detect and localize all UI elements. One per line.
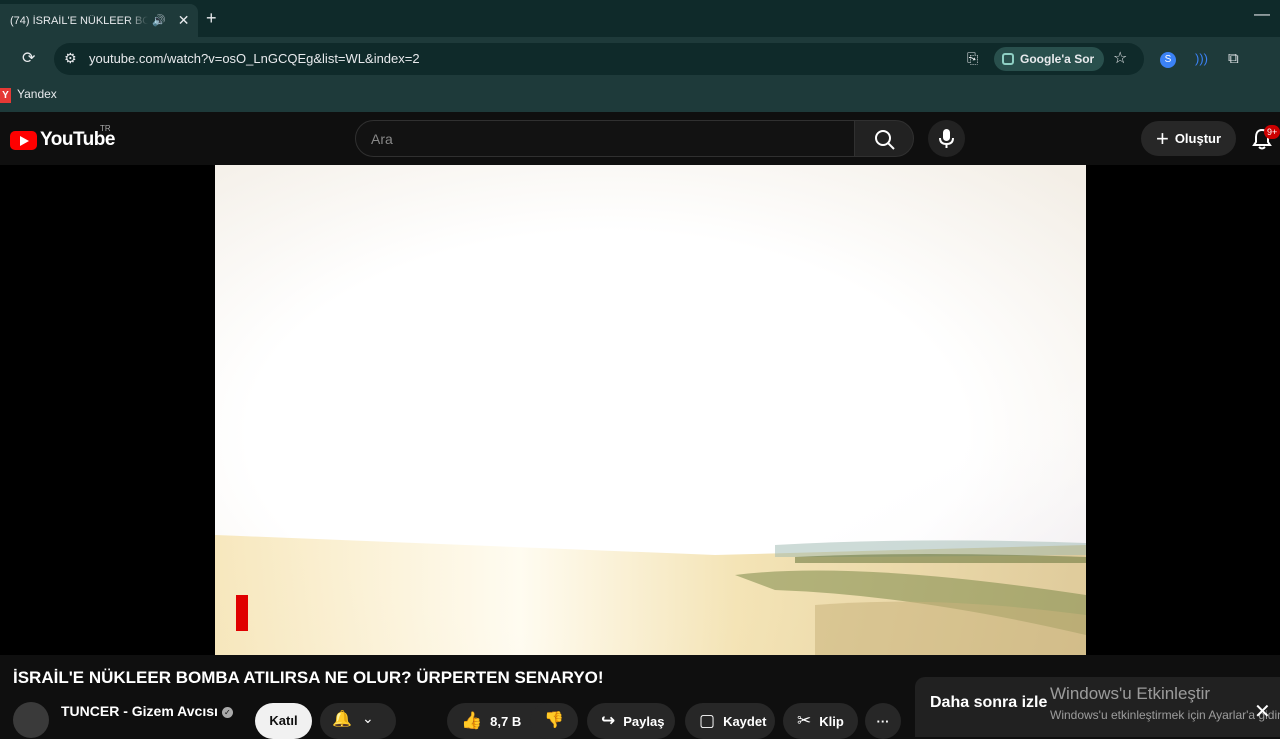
channel-avatar[interactable] [13, 702, 49, 738]
bookmarks-bar: Y Yandex [0, 82, 1280, 112]
address-bar[interactable]: ⚙ youtube.com/watch?v=osO_LnGCQEg&list=W… [54, 43, 1144, 75]
share-label: Paylaş [623, 713, 665, 729]
minimize-window-button[interactable]: — [1254, 6, 1270, 24]
video-actions-row: TUNCER - Gizem Avcısı ✓ Katıl 🔔 ⌄ 👍 8,7 B… [0, 698, 910, 739]
browser-tab[interactable]: (74) İSRAİL'E NÜKLEER BOMBA ATILIRSA NE … [0, 4, 198, 37]
extensions-puzzle-icon[interactable]: ⧉ [1228, 50, 1239, 67]
chevron-down-icon: ⌄ [362, 710, 374, 726]
country-code: TR [100, 124, 111, 133]
verified-icon: ✓ [221, 707, 233, 718]
video-title: İSRAİL'E NÜKLEER BOMBA ATILIRSA NE OLUR?… [13, 668, 604, 687]
channel-name[interactable]: TUNCER - Gizem Avcısı ✓ [61, 703, 233, 719]
speaker-icon[interactable]: 🔊 [152, 14, 166, 27]
plus-icon: + [1155, 125, 1169, 151]
scissors-icon: ✂ [797, 711, 812, 730]
youtube-logo[interactable]: YouTube TR [10, 124, 115, 151]
search-box[interactable] [355, 120, 855, 157]
url-text[interactable]: youtube.com/watch?v=osO_LnGCQEg&list=WL&… [89, 51, 420, 66]
save-button[interactable]: ▢ Kaydet [685, 703, 775, 739]
share-icon: ↪ [601, 711, 616, 730]
bookmark-yandex[interactable]: Yandex [17, 87, 57, 101]
channel-name-text: TUNCER - Gizem Avcısı [61, 703, 218, 719]
thumbs-up-icon: 👍 [461, 711, 483, 730]
new-tab-button[interactable]: + [206, 8, 217, 29]
install-app-icon[interactable]: ⎘ [967, 50, 978, 67]
youtube-play-icon [10, 130, 37, 150]
reload-icon[interactable]: ⟳ [22, 48, 35, 68]
thumbs-down-icon: 👎 [544, 712, 564, 729]
subscription-bell-icon: 🔔 [332, 711, 352, 728]
yandex-icon: Y [0, 88, 11, 103]
search-button[interactable] [854, 120, 914, 157]
share-button[interactable]: ↪ Paylaş [587, 703, 675, 739]
video-frame[interactable] [215, 165, 1086, 655]
video-player[interactable] [0, 165, 1280, 655]
browser-chrome: (74) İSRAİL'E NÜKLEER BOMBA ATILIRSA NE … [0, 0, 1280, 112]
record-indicator [236, 595, 248, 631]
join-button[interactable]: Katıl [255, 703, 312, 739]
youtube-header: YouTube TR + Oluştur 9+ [0, 112, 1280, 165]
save-label: Kaydet [723, 713, 767, 729]
google-lens-icon [1002, 53, 1014, 65]
more-actions-button[interactable]: ··· [865, 703, 901, 739]
bookmark-star-icon[interactable]: ☆ [1113, 48, 1127, 68]
windows-activation-title: Windows'u Etkinleştir [1050, 684, 1211, 703]
voice-search-button[interactable] [928, 120, 965, 157]
bookmark-icon: ▢ [699, 711, 716, 730]
site-info-icon[interactable]: ⚙ [64, 50, 77, 67]
search-input[interactable] [356, 121, 854, 156]
read-aloud-extension-icon[interactable]: ))) [1195, 51, 1208, 66]
clip-button[interactable]: ✂ Klip [783, 703, 858, 739]
video-frame-image [215, 165, 1086, 655]
notification-badge: 9+ [1264, 125, 1280, 139]
shazam-extension-icon[interactable]: S [1160, 52, 1176, 68]
google-ask-button[interactable]: Google'a Sor [994, 47, 1105, 71]
watch-later-title: Daha sonra izle [930, 694, 1048, 711]
tab-title: (74) İSRAİL'E NÜKLEER BOMBA ATILIRSA NE … [10, 14, 148, 27]
like-count: 8,7 B [490, 713, 522, 729]
create-label: Oluştur [1174, 131, 1222, 146]
microphone-icon [939, 129, 954, 148]
search-icon [875, 130, 895, 150]
dislike-button[interactable]: 👎 [530, 703, 578, 739]
close-tab-icon[interactable]: ✕ [178, 12, 190, 29]
tab-strip: (74) İSRAİL'E NÜKLEER BOMBA ATILIRSA NE … [0, 0, 1280, 37]
browser-toolbar: ⟳ ⚙ youtube.com/watch?v=osO_LnGCQEg&list… [0, 37, 1280, 82]
clip-label: Klip [819, 713, 844, 729]
google-ask-label: Google'a Sor [1020, 52, 1095, 66]
create-button[interactable]: + Oluştur [1141, 121, 1236, 156]
subscribed-button[interactable]: 🔔 ⌄ [320, 703, 396, 739]
